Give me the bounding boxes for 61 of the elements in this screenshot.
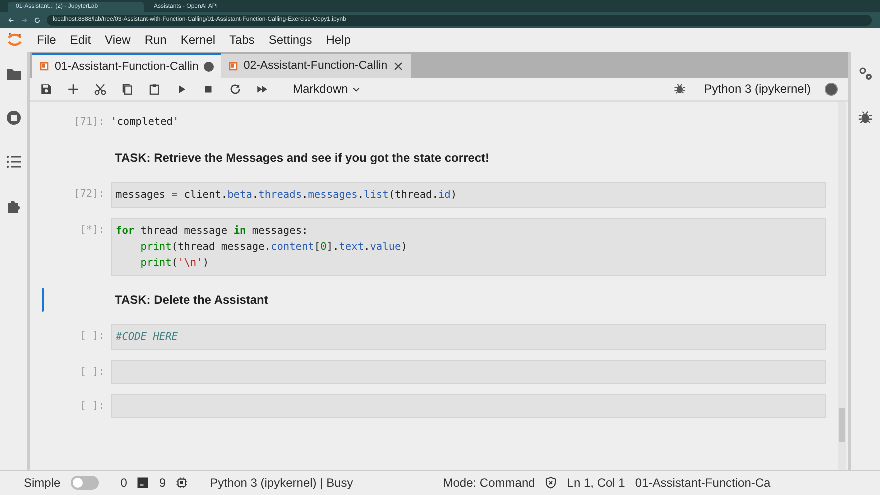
list-icon[interactable] bbox=[6, 154, 22, 170]
code-line: #CODE HERE bbox=[116, 330, 179, 345]
output-text: 'completed' bbox=[111, 115, 180, 130]
code-line: print('\n') bbox=[140, 256, 210, 271]
copy-icon[interactable] bbox=[121, 82, 134, 96]
menu-item[interactable]: Help bbox=[319, 31, 358, 49]
add-icon[interactable] bbox=[67, 82, 80, 96]
bug-icon[interactable] bbox=[858, 110, 873, 125]
input-prompt: [ ]: bbox=[79, 365, 106, 380]
scrollbar[interactable] bbox=[838, 102, 846, 470]
markdown-heading: TASK: Delete the Assistant bbox=[114, 292, 268, 309]
kernel-name[interactable]: Python 3 (ipykernel) bbox=[704, 82, 811, 96]
simple-mode-label: Simple bbox=[24, 476, 61, 490]
code-line: print(thread_message.content[0].text.value) bbox=[140, 240, 408, 255]
gears-icon[interactable] bbox=[858, 66, 874, 82]
menu-item[interactable]: Edit bbox=[63, 31, 98, 49]
folder-icon[interactable] bbox=[6, 66, 22, 82]
cursor-position[interactable]: Ln 1, Col 1 bbox=[567, 476, 626, 490]
close-icon[interactable] bbox=[392, 60, 404, 72]
menu-item[interactable]: Tabs bbox=[222, 31, 262, 49]
notebook-tab[interactable]: 02-Assistant-Function-Callin bbox=[220, 54, 411, 78]
bug-icon[interactable] bbox=[674, 83, 686, 95]
notebook-icon bbox=[228, 60, 239, 72]
input-prompt: [*]: bbox=[79, 223, 106, 238]
file-name: 01-Assistant-Function-Ca bbox=[635, 476, 771, 490]
terminal-count: 0 bbox=[120, 476, 128, 490]
clipboard-icon[interactable] bbox=[148, 82, 161, 96]
save-icon[interactable] bbox=[40, 82, 53, 96]
menu-item[interactable]: Run bbox=[138, 31, 174, 49]
simple-mode-toggle[interactable] bbox=[70, 476, 99, 490]
markdown-heading: TASK: Retrieve the Messages and see if you got the state correct! bbox=[114, 150, 490, 167]
back-arrow-icon[interactable] bbox=[8, 16, 15, 24]
menu-item[interactable]: File bbox=[30, 31, 64, 49]
input-prompt: [ ]: bbox=[79, 399, 106, 414]
code-line: messages = client.beta.threads.messages.list(thread.id) bbox=[116, 188, 458, 203]
menu-item[interactable]: Kernel bbox=[174, 31, 223, 49]
puzzle-icon[interactable] bbox=[6, 198, 22, 214]
menu-item[interactable]: View bbox=[98, 31, 138, 49]
terminal-icon[interactable] bbox=[137, 477, 150, 489]
unsaved-dot-icon bbox=[204, 62, 214, 72]
output-prompt: [71]: bbox=[73, 115, 106, 130]
kernel-status[interactable]: Python 3 (ipykernel) | Busy bbox=[210, 476, 354, 490]
cell-type-dropdown[interactable]: Markdown bbox=[289, 82, 366, 96]
notebook-icon bbox=[39, 61, 50, 72]
shield-x-icon[interactable] bbox=[545, 477, 558, 489]
input-prompt: [ ]: bbox=[79, 329, 106, 344]
scissors-icon[interactable] bbox=[94, 82, 107, 96]
kernel-count: 9 bbox=[159, 476, 166, 490]
restart-icon[interactable] bbox=[229, 82, 242, 96]
chip-icon[interactable] bbox=[176, 477, 188, 489]
code-editor[interactable]: #CODE HERE bbox=[111, 324, 826, 350]
notebook-mode[interactable]: Mode: Command bbox=[443, 476, 536, 490]
code-line: for thread_message in messages: bbox=[116, 224, 310, 239]
code-editor[interactable]: messages = client.beta.threads.messages.list(thread.id) bbox=[111, 182, 826, 208]
notebook-tab[interactable]: 01-Assistant-Function-Callin bbox=[32, 53, 221, 78]
stop-circle-icon[interactable] bbox=[6, 110, 22, 126]
code-editor[interactable]: for thread_message in messages: print(thread_message.content[0].text.value) print('\n') bbox=[111, 218, 826, 276]
menu-item[interactable]: Settings bbox=[262, 31, 320, 49]
input-prompt: [72]: bbox=[73, 187, 106, 202]
jupyter-logo-icon bbox=[7, 32, 23, 48]
reload-icon[interactable] bbox=[34, 16, 41, 24]
